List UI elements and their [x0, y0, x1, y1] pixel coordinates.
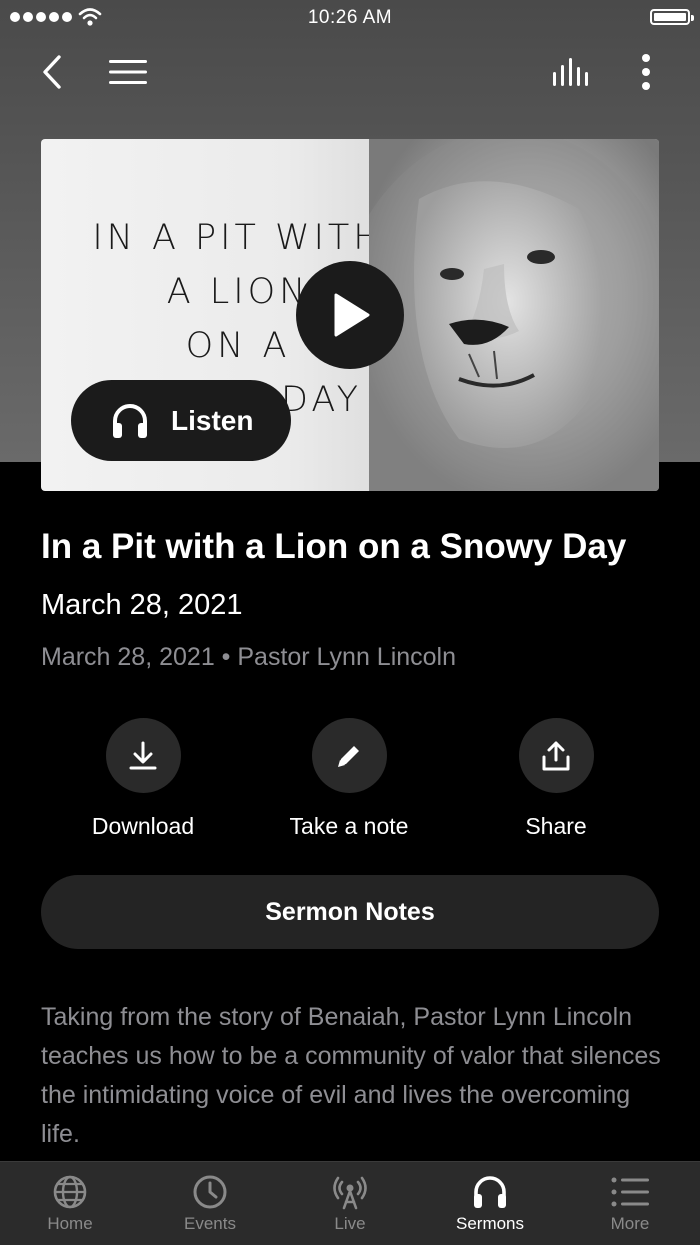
listen-button[interactable]: Listen: [71, 380, 291, 461]
sermon-notes-button[interactable]: Sermon Notes: [41, 875, 659, 949]
audio-levels-button[interactable]: [548, 50, 596, 94]
listen-label: Listen: [171, 404, 254, 436]
sermon-title: In a Pit with a Lion on a Snowy Day: [41, 527, 627, 566]
battery-icon: [650, 9, 694, 25]
tab-sermons[interactable]: Sermons: [420, 1162, 560, 1245]
pencil-icon: [338, 745, 359, 767]
download-label: Download: [91, 813, 195, 839]
sermon-date: March 28, 2021: [41, 589, 243, 621]
list-icon: [611, 1177, 649, 1207]
equalizer-icon: [553, 58, 588, 86]
sermon-meta: March 28, 2021 • Pastor Lynn Lincoln: [41, 643, 457, 671]
tab-more[interactable]: More: [560, 1162, 700, 1245]
more-options-button[interactable]: [626, 48, 666, 96]
back-button[interactable]: [30, 50, 74, 94]
play-icon: [334, 293, 370, 337]
sermon-description: Taking from the story of Benaiah, Pastor…: [41, 1003, 661, 1148]
share-button[interactable]: Share: [456, 718, 656, 840]
tab-more-label: More: [610, 1214, 650, 1233]
tab-home[interactable]: Home: [0, 1162, 140, 1245]
headphones-icon: [474, 1176, 506, 1208]
globe-icon: [53, 1175, 87, 1209]
share-label: Share: [525, 813, 587, 839]
tab-bar: Home Events Live Sermons More: [0, 1161, 700, 1245]
share-icon: [542, 741, 570, 770]
take-note-button[interactable]: Take a note: [249, 718, 449, 840]
menu-button[interactable]: [104, 50, 152, 94]
take-note-label: Take a note: [289, 813, 409, 839]
tab-sermons-label: Sermons: [455, 1214, 525, 1233]
chevron-left-icon: [43, 55, 61, 89]
status-bar: 10:26 AM: [0, 0, 700, 36]
tab-home-label: Home: [47, 1214, 93, 1233]
download-button[interactable]: Download: [43, 718, 243, 840]
status-time: 10:26 AM: [307, 7, 393, 28]
headphones-icon: [113, 403, 147, 438]
tab-events-label: Events: [184, 1214, 236, 1233]
clock-icon: [193, 1175, 227, 1209]
vertical-dots-icon: [642, 54, 650, 90]
lion-image: [369, 139, 659, 491]
tab-live[interactable]: Live: [280, 1162, 420, 1245]
download-icon: [129, 741, 157, 769]
play-button[interactable]: [296, 261, 404, 369]
hamburger-menu-icon: [109, 60, 147, 84]
broadcast-icon: [333, 1176, 367, 1210]
tab-events[interactable]: Events: [140, 1162, 280, 1245]
tab-live-label: Live: [334, 1214, 366, 1233]
